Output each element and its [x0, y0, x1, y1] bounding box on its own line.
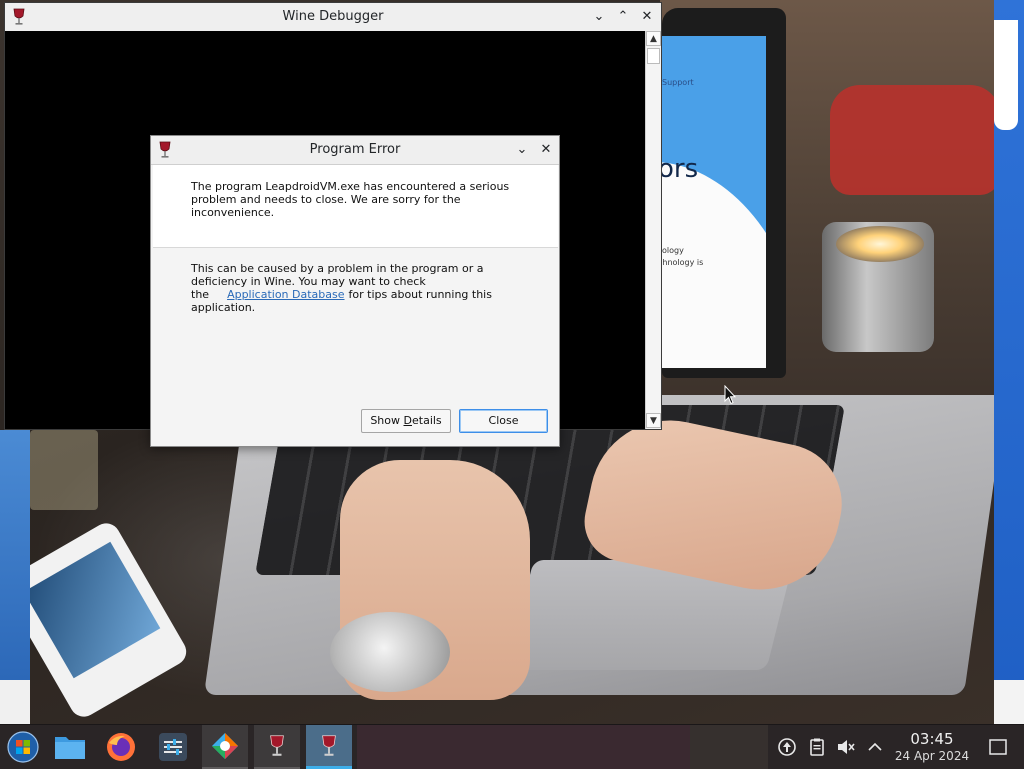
show-details-label: Show [370, 414, 404, 427]
wallpaper-edge [994, 20, 1018, 130]
scroll-up-arrow-icon[interactable]: ▲ [646, 31, 661, 46]
clipboard-icon[interactable] [807, 737, 827, 757]
scroll-down-arrow-icon[interactable]: ▼ [646, 413, 661, 428]
error-message-panel: The program LeapdroidVM.exe has encounte… [153, 165, 558, 248]
minimize-button[interactable]: ⌄ [589, 7, 609, 27]
volume-muted-icon[interactable] [836, 737, 856, 757]
settings-icon [159, 733, 187, 761]
taskbar-empty-area [690, 725, 768, 769]
close-button[interactable]: ✕ [536, 140, 556, 160]
file-manager-icon [55, 737, 85, 759]
show-details-button[interactable]: Show Details [361, 409, 451, 433]
minimize-button[interactable]: ⌄ [512, 140, 532, 160]
wine-icon [322, 734, 336, 756]
taskbar: 03:45 24 Apr 2024 [0, 724, 1024, 769]
wallpaper-screen-text: ology [662, 246, 684, 255]
wallpaper-edge [994, 680, 1024, 724]
start-menu-icon [7, 731, 39, 763]
system-settings-button[interactable] [150, 725, 196, 769]
update-icon[interactable] [777, 737, 797, 757]
firefox-button[interactable] [98, 725, 144, 769]
wallpaper-glass [30, 430, 98, 510]
close-dialog-button[interactable]: Close [459, 409, 548, 433]
dialog-titlebar[interactable]: Program Error ⌄ ✕ [151, 136, 559, 165]
error-message: The program LeapdroidVM.exe has encounte… [191, 180, 510, 219]
close-button[interactable]: ✕ [637, 7, 657, 27]
show-details-accelerator: D [403, 414, 412, 427]
program-error-dialog: Program Error ⌄ ✕ The program LeapdroidV… [150, 135, 560, 447]
file-manager-button[interactable] [47, 725, 93, 769]
mouse-cursor-icon [724, 385, 736, 405]
taskbar-wine-debugger[interactable] [254, 725, 300, 769]
wallpaper-screen-text: ors [662, 154, 699, 184]
window-title: Wine Debugger [282, 9, 384, 24]
expand-tray-icon[interactable] [865, 737, 885, 757]
clock-date[interactable]: 24 Apr 2024 [890, 749, 974, 763]
wallpaper-edge [0, 680, 30, 724]
start-menu-button[interactable] [0, 725, 46, 769]
wallpaper-screen-text: chnology is [662, 258, 704, 267]
wallpaper-screen-text: Support [662, 78, 694, 87]
window-titlebar[interactable]: Wine Debugger ⌄ ⌃ ✕ [5, 3, 661, 32]
error-info-text: This can be caused by a problem in the p… [191, 262, 526, 314]
wallpaper-candle-flame [836, 226, 924, 262]
show-details-label: etails [412, 414, 442, 427]
maximize-button[interactable]: ⌃ [613, 7, 633, 27]
scrollbar-thumb[interactable] [647, 48, 660, 64]
wine-icon [270, 735, 284, 756]
wallpaper-watch [330, 612, 450, 692]
wallpaper-edge [0, 430, 30, 680]
app-store-button[interactable] [202, 725, 248, 769]
firefox-icon [107, 733, 135, 761]
clock-time[interactable]: 03:45 [894, 731, 970, 748]
application-database-link[interactable]: Application Database [209, 288, 348, 301]
dialog-title: Program Error [309, 142, 401, 157]
app-store-icon [212, 733, 238, 759]
wallpaper-chair [830, 85, 1000, 195]
wallpaper-laptop-screen: Support ors ology chnology is [662, 36, 766, 368]
taskbar-empty-area [357, 725, 690, 769]
vertical-scrollbar[interactable]: ▲ ▼ [645, 31, 661, 429]
taskbar-program-error[interactable] [306, 725, 352, 769]
show-desktop-icon[interactable] [988, 737, 1008, 757]
